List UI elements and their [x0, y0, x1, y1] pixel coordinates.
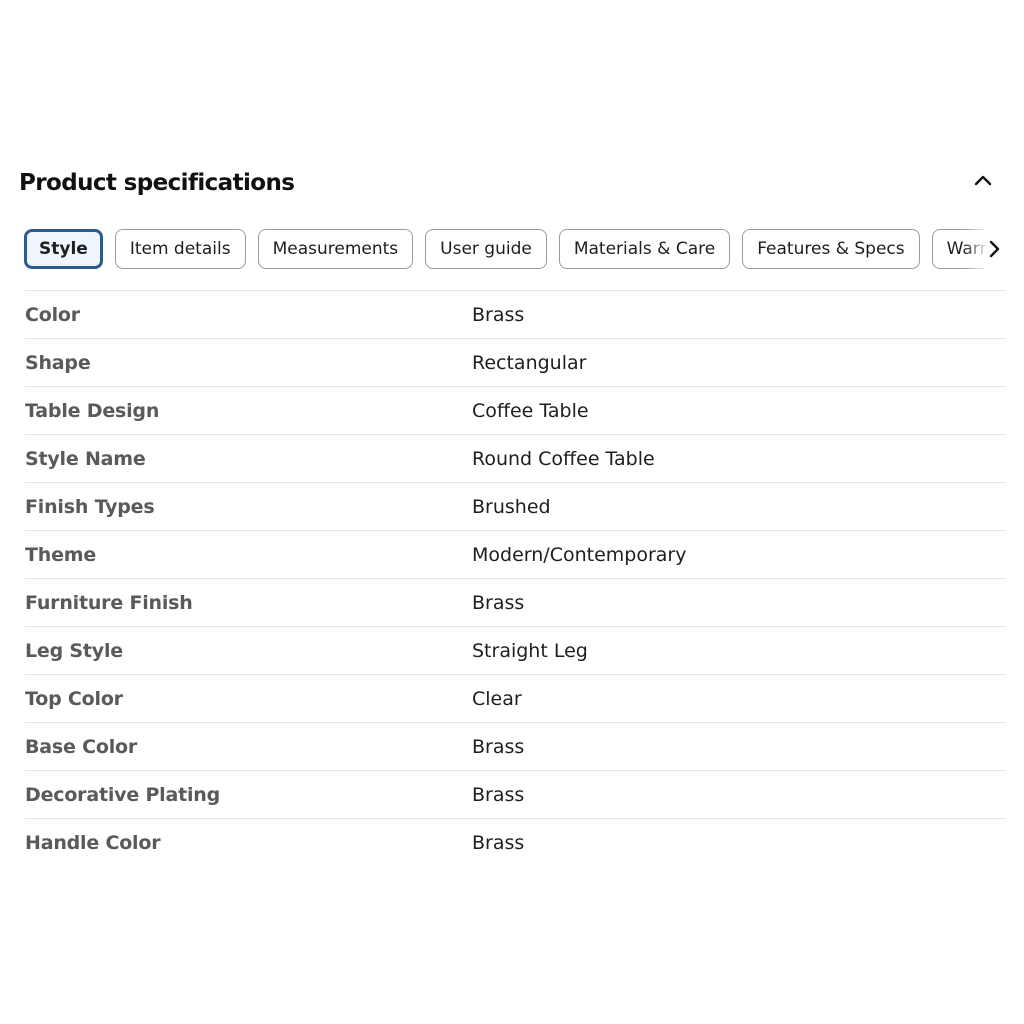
spec-value: Brass — [472, 831, 525, 854]
spec-table: Color Brass Shape Rectangular Table Desi… — [25, 290, 1006, 867]
spec-value: Brass — [472, 783, 525, 806]
chevron-up-icon — [968, 166, 998, 196]
table-row: Style Name Round Coffee Table — [25, 434, 1006, 483]
section-header: Product specifications — [19, 166, 1004, 202]
spec-label: Table Design — [25, 399, 160, 422]
table-row: Furniture Finish Brass — [25, 578, 1006, 627]
tab-features-specs[interactable]: Features & Specs — [742, 229, 920, 269]
table-row: Handle Color Brass — [25, 818, 1006, 867]
chevron-right-icon — [982, 237, 1006, 261]
spec-label: Theme — [25, 543, 97, 566]
table-row: Shape Rectangular — [25, 338, 1006, 387]
collapse-button[interactable] — [968, 166, 998, 196]
spec-value: Clear — [472, 687, 522, 710]
spec-label: Top Color — [25, 687, 123, 710]
spec-value: Modern/Contemporary — [472, 543, 687, 566]
table-row: Finish Types Brushed — [25, 482, 1006, 531]
tab-measurements[interactable]: Measurements — [257, 229, 414, 269]
table-row: Theme Modern/Contemporary — [25, 530, 1006, 579]
spec-value: Brass — [472, 591, 525, 614]
tab-user-guide[interactable]: User guide — [425, 229, 547, 269]
table-row: Decorative Plating Brass — [25, 770, 1006, 819]
table-row: Table Design Coffee Table — [25, 386, 1006, 435]
tabs-next-button[interactable] — [982, 237, 1006, 261]
spec-value: Brass — [472, 735, 525, 758]
section-title: Product specifications — [19, 170, 295, 196]
spec-value: Brass — [472, 303, 525, 326]
spec-label: Style Name — [25, 447, 146, 470]
spec-value: Rectangular — [472, 351, 587, 374]
spec-label: Base Color — [25, 735, 138, 758]
spec-label: Shape — [25, 351, 91, 374]
tab-item-details[interactable]: Item details — [114, 229, 246, 269]
product-specifications-section: Product specifications Style Item detail… — [0, 0, 1024, 1024]
tab-style[interactable]: Style — [24, 229, 103, 269]
spec-label: Furniture Finish — [25, 591, 193, 614]
spec-label: Handle Color — [25, 831, 161, 854]
tab-materials-care[interactable]: Materials & Care — [558, 229, 731, 269]
spec-value: Coffee Table — [472, 399, 589, 422]
spec-label: Leg Style — [25, 639, 123, 662]
table-row: Top Color Clear — [25, 674, 1006, 723]
spec-label: Color — [25, 303, 80, 326]
table-row: Base Color Brass — [25, 722, 1006, 771]
spec-value: Straight Leg — [472, 639, 588, 662]
table-row: Leg Style Straight Leg — [25, 626, 1006, 675]
table-row: Color Brass — [25, 290, 1006, 339]
tab-list: Style Item details Measurements User gui… — [24, 227, 1008, 271]
spec-value: Round Coffee Table — [472, 447, 655, 470]
spec-value: Brushed — [472, 495, 551, 518]
spec-label: Finish Types — [25, 495, 155, 518]
spec-label: Decorative Plating — [25, 783, 221, 806]
spec-tabs: Style Item details Measurements User gui… — [24, 227, 1008, 271]
